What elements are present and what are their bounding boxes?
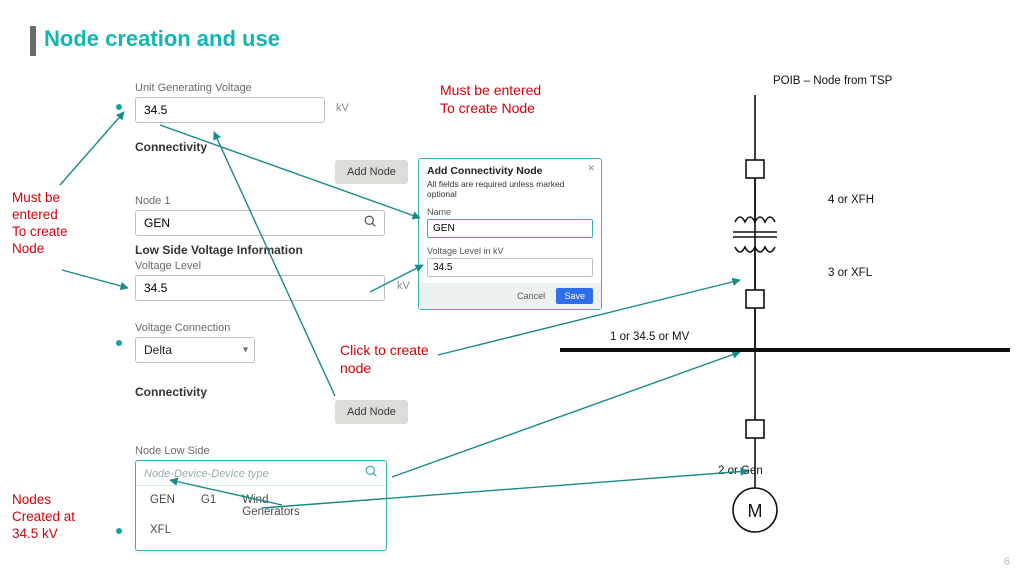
annotation-must-enter-top: Must be entered To create Node: [440, 82, 541, 117]
dropdown-option[interactable]: Wind Generators: [242, 494, 300, 518]
annotation-click-create: Click to create node: [340, 342, 429, 377]
motor-label: M: [748, 501, 763, 521]
ugv-input[interactable]: [135, 97, 325, 123]
dropdown-option[interactable]: G1: [201, 494, 216, 518]
page-title: Node creation and use: [44, 26, 280, 52]
voltage-level-unit: kV: [397, 280, 410, 292]
node-low-side-dropdown[interactable]: Node-Device-Device type GEN G1 Wind Gene…: [135, 460, 387, 551]
connectivity-heading-1: Connectivity: [135, 140, 207, 154]
dialog-name-input[interactable]: [427, 219, 593, 238]
dropdown-option[interactable]: GEN: [150, 494, 175, 518]
ugv-label: Unit Generating Voltage: [135, 82, 252, 94]
bullet-icon: [116, 340, 122, 346]
annotation-must-enter-left: Must be entered To create Node: [12, 190, 68, 258]
voltage-level-input[interactable]: [135, 275, 385, 301]
dropdown-option[interactable]: XFL: [150, 524, 372, 536]
dialog-save-button[interactable]: Save: [556, 288, 593, 304]
node1-label: Node 1: [135, 195, 170, 207]
dialog-voltage-input[interactable]: [427, 258, 593, 277]
add-node-button-1[interactable]: Add Node: [335, 160, 408, 184]
add-connectivity-node-dialog: ✕ Add Connectivity Node All fields are r…: [418, 158, 602, 310]
node-low-side-label: Node Low Side: [135, 445, 210, 457]
connectivity-heading-2: Connectivity: [135, 385, 207, 399]
ugv-unit: kV: [336, 102, 349, 114]
voltage-connection-select[interactable]: Delta ▾: [135, 337, 255, 363]
diagram-label-1: 1 or 34.5 or MV: [610, 331, 689, 343]
add-node-button-2[interactable]: Add Node: [335, 400, 408, 424]
diagram-poib-label: POIB – Node from TSP: [773, 75, 892, 87]
chevron-down-icon: ▾: [243, 345, 248, 356]
low-side-heading: Low Side Voltage Information: [135, 243, 303, 257]
voltage-connection-label: Voltage Connection: [135, 322, 230, 334]
diagram-label-3: 3 or XFL: [828, 267, 872, 279]
diagram-label-2: 2 or Gen: [718, 465, 763, 477]
search-icon[interactable]: [365, 465, 378, 481]
voltage-connection-value: Delta: [144, 343, 172, 357]
search-icon[interactable]: [364, 215, 377, 231]
node1-input[interactable]: [135, 210, 385, 236]
close-icon[interactable]: ✕: [587, 163, 595, 174]
dialog-subtitle: All fields are required unless marked op…: [419, 179, 601, 205]
dialog-title: Add Connectivity Node: [419, 159, 601, 179]
annotation-nodes-created: Nodes Created at 34.5 kV: [12, 492, 75, 543]
dialog-cancel-button[interactable]: Cancel: [517, 291, 545, 301]
node-low-side-placeholder: Node-Device-Device type: [144, 468, 269, 480]
dialog-voltage-label: Voltage Level in kV: [427, 246, 593, 256]
dialog-name-label: Name: [427, 207, 593, 217]
bullet-icon: [116, 104, 122, 110]
diagram-label-4: 4 or XFH: [828, 194, 874, 206]
bullet-icon: [116, 528, 122, 534]
page-number: 6: [1004, 556, 1010, 568]
title-accent-bar: [30, 26, 36, 56]
voltage-level-label: Voltage Level: [135, 260, 201, 272]
